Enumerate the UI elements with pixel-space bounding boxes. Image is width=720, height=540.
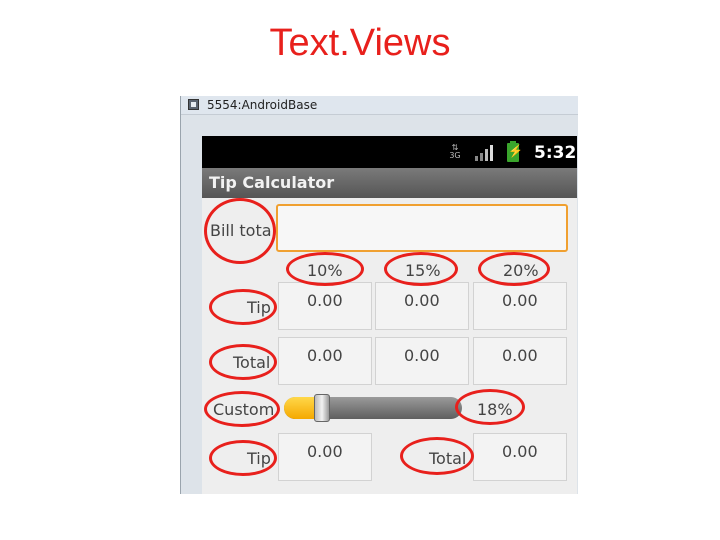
app-title-bar: Tip Calculator [202, 168, 577, 198]
network-type: 3G [449, 151, 461, 160]
tip-15-value: 0.00 [375, 282, 469, 330]
slider-thumb[interactable] [314, 394, 330, 422]
custom-tip-value: 0.00 [278, 433, 372, 481]
annotation-ring-custom-total [400, 437, 474, 475]
custom-tip-slider[interactable] [284, 394, 462, 422]
window-app-icon [188, 99, 199, 110]
tip-20-value: 0.00 [473, 282, 567, 330]
total-10-value: 0.00 [278, 337, 372, 385]
data-arrows-icon: ⇅ 3G [449, 143, 461, 160]
bill-total-input[interactable] [276, 204, 568, 252]
battery-charging-icon [507, 141, 523, 162]
annotation-ring-tip [209, 289, 277, 325]
annotation-ring-15-percent [384, 252, 458, 286]
signal-strength-icon [475, 145, 493, 161]
slide-title: Text.Views [269, 22, 451, 64]
annotation-ring-20-percent [478, 252, 550, 286]
annotation-ring-10-percent [286, 252, 364, 286]
annotation-ring-custom [204, 391, 280, 427]
annotation-ring-total [209, 344, 277, 380]
annotation-ring-custom-percent [455, 389, 525, 425]
total-15-value: 0.00 [375, 337, 469, 385]
annotation-ring-custom-tip [209, 440, 277, 476]
tip-10-value: 0.00 [278, 282, 372, 330]
custom-total-value: 0.00 [473, 433, 567, 481]
window-title: 5554:AndroidBase [207, 98, 318, 112]
total-20-value: 0.00 [473, 337, 567, 385]
app-title: Tip Calculator [209, 173, 335, 192]
status-bar: ⇅3G 5:32 [202, 136, 577, 168]
status-clock: 5:32 [534, 143, 577, 163]
window-titlebar[interactable]: 5554:AndroidBase [181, 96, 578, 115]
annotation-ring-bill-total [204, 198, 276, 264]
